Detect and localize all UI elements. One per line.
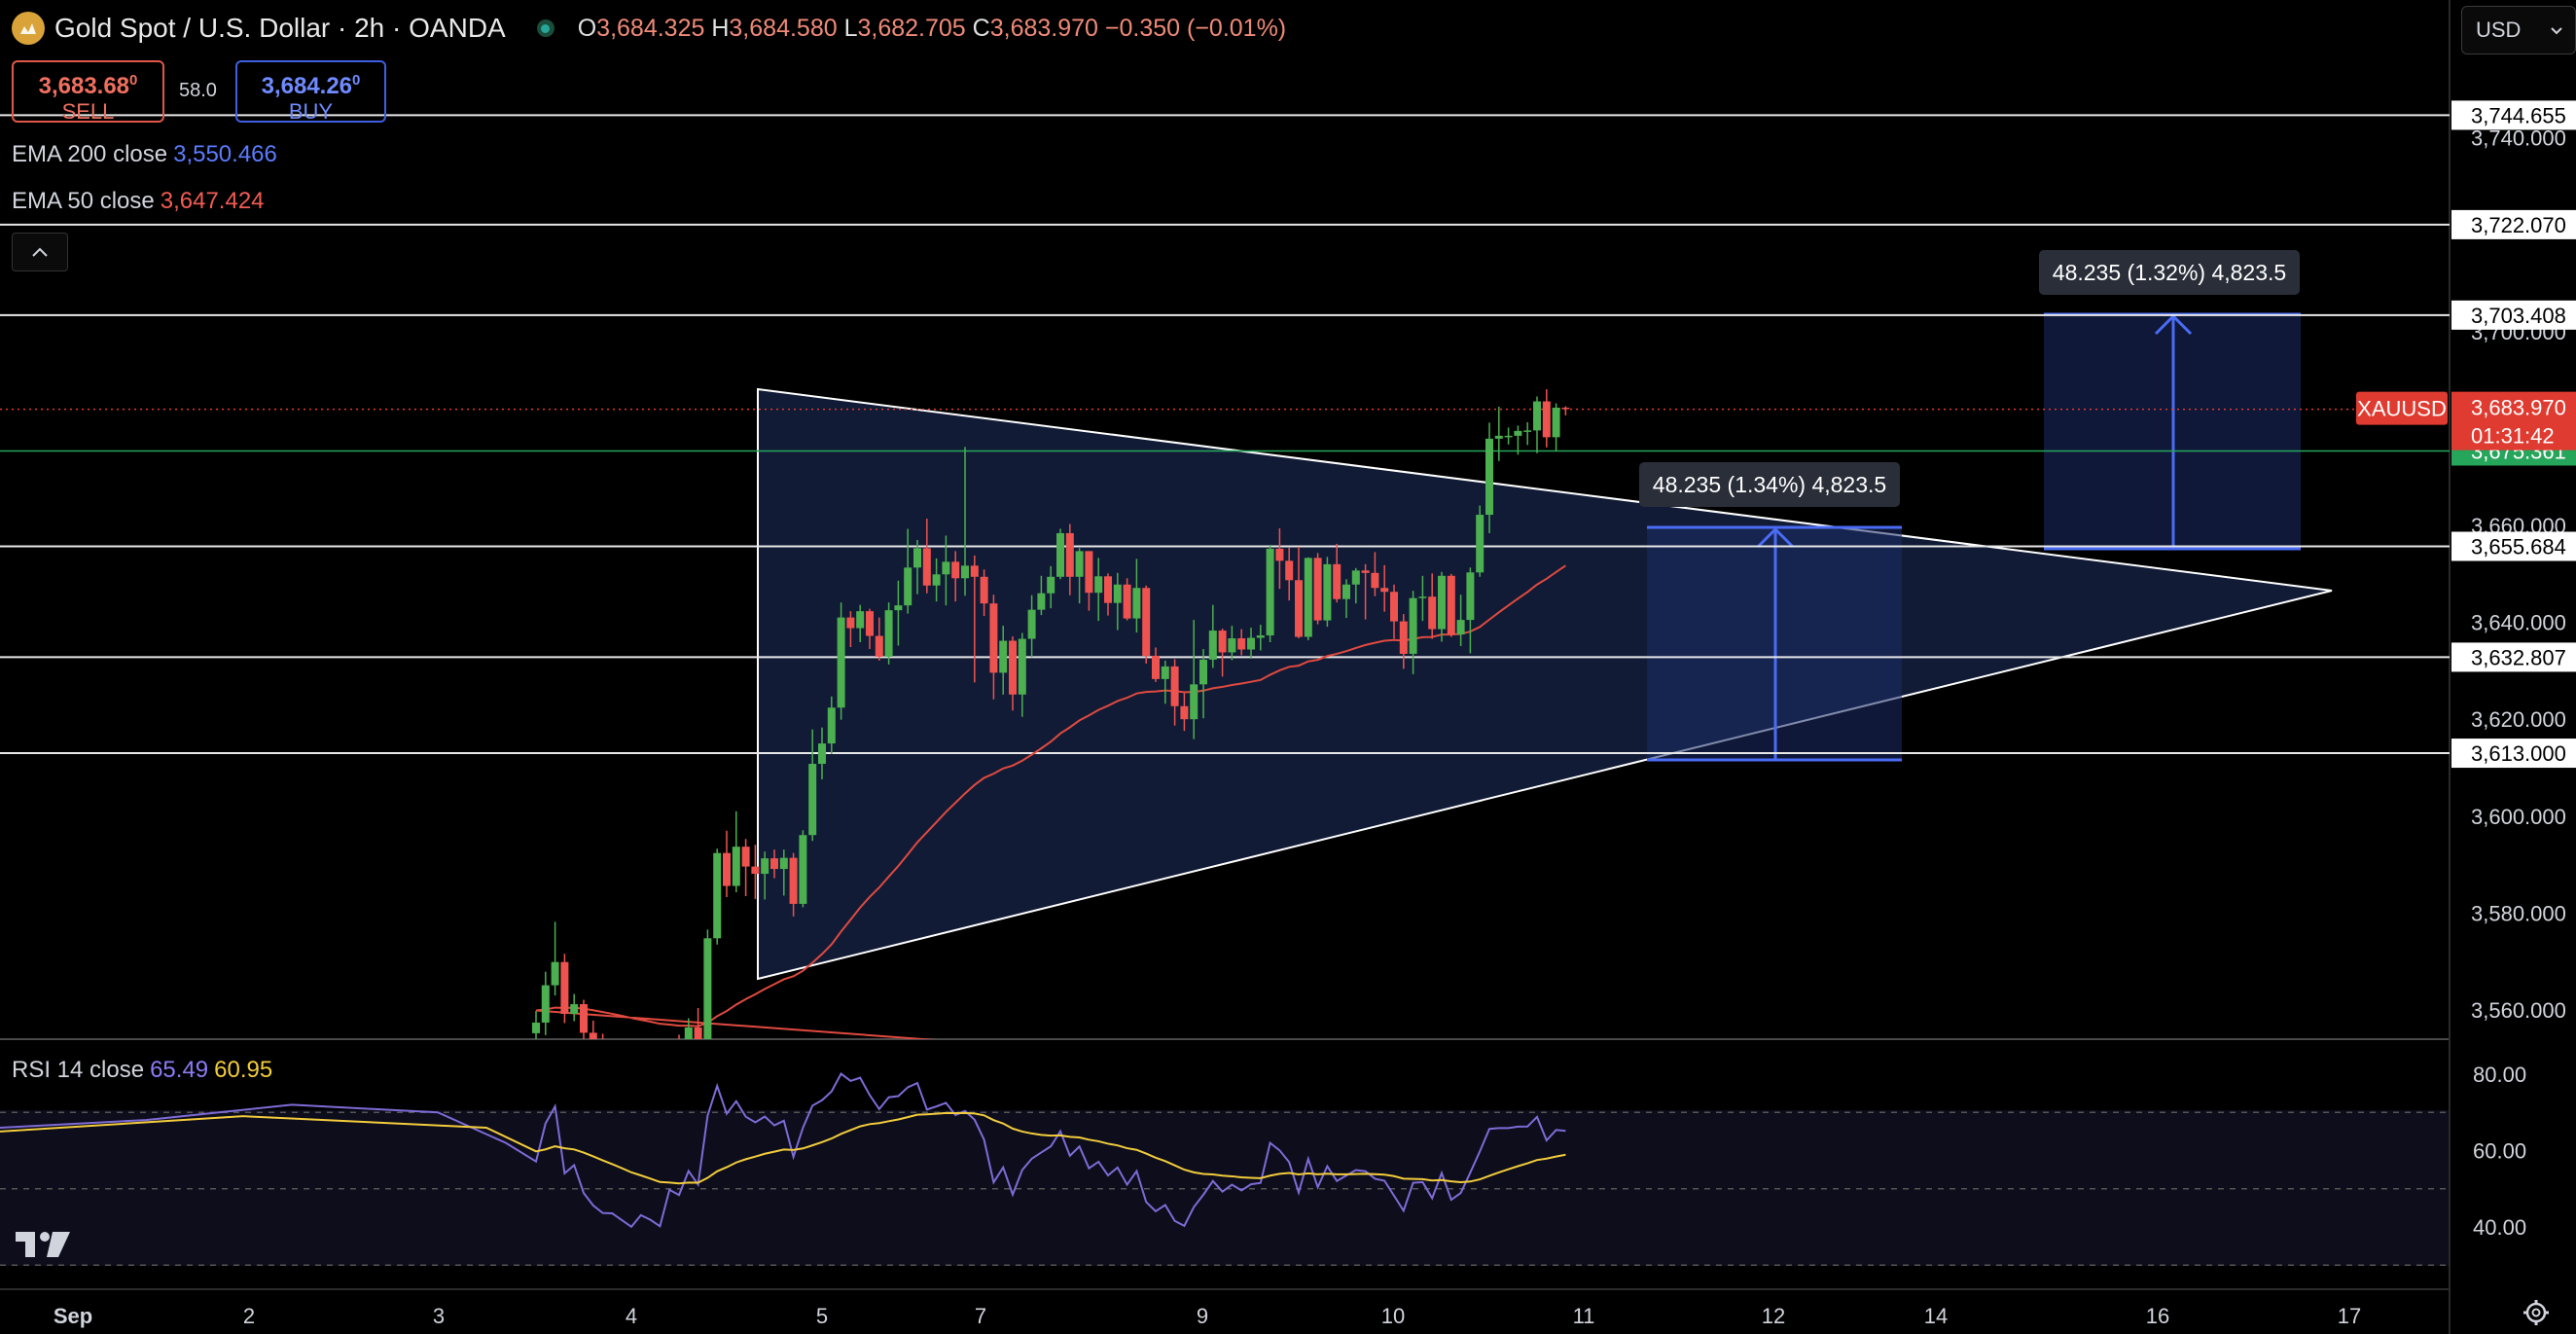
rsi-tick-label: 60.00 <box>2473 1139 2526 1164</box>
candle[interactable] <box>713 848 722 945</box>
low-value: 3,682.705 <box>857 14 966 42</box>
candle[interactable] <box>1447 573 1455 637</box>
time-tick-label: 17 <box>2338 1304 2361 1328</box>
svg-text:3,655.684: 3,655.684 <box>2471 534 2566 559</box>
time-tick-label: Sep <box>54 1304 92 1328</box>
sell-button[interactable]: 3,683.680 SELL <box>12 60 164 124</box>
svg-text:3,744.655: 3,744.655 <box>2471 103 2566 127</box>
measure-label: 48.235 (1.34%) 4,823.5 <box>1653 472 1886 497</box>
time-tick-label: 3 <box>433 1304 445 1328</box>
candle[interactable] <box>884 602 893 665</box>
level-price-tag[interactable]: 3,744.655 <box>2451 100 2576 130</box>
symbol-price-tag[interactable]: XAUUSD <box>2356 391 2448 425</box>
time-tick-label: 9 <box>1197 1304 1208 1328</box>
candle[interactable] <box>1142 585 1151 664</box>
candle[interactable] <box>1323 557 1332 628</box>
ema50-legend[interactable]: EMA 50 close 3,647.424 <box>12 188 265 215</box>
time-tick-label: 11 <box>1573 1304 1595 1328</box>
candle[interactable] <box>1266 544 1274 643</box>
buy-button[interactable]: 3,684.260 BUY <box>235 60 386 124</box>
time-tick-label: 7 <box>975 1304 986 1328</box>
spread-value: 58.0 <box>179 80 217 101</box>
candle[interactable] <box>560 954 569 1024</box>
time-tick-label: 16 <box>2146 1304 2169 1328</box>
gold-coin-icon <box>12 12 45 45</box>
candle[interactable] <box>1056 528 1064 580</box>
symbol-title: Gold Spot / U.S. Dollar · 2h · OANDA <box>54 13 506 43</box>
rsi-legend[interactable]: RSI 14 close 65.49 60.95 <box>12 1057 272 1084</box>
chevron-down-icon <box>2551 27 2563 35</box>
tradingview-logo-icon[interactable] <box>14 1228 82 1261</box>
time-tick-label: 12 <box>1762 1304 1785 1328</box>
svg-text:XAUUSD: XAUUSD <box>2357 397 2447 421</box>
candle[interactable] <box>1123 578 1131 621</box>
currency-select[interactable]: USD <box>2461 6 2576 54</box>
high-value: 3,684.580 <box>729 14 838 42</box>
rsi-tick-label: 80.00 <box>2473 1063 2526 1087</box>
ohlc-values: O3,684.325 H3,684.580 L3,682.705 C3,683.… <box>577 14 1287 42</box>
svg-text:3,613.000: 3,613.000 <box>2471 741 2566 766</box>
chevron-up-icon <box>32 247 48 257</box>
candle[interactable] <box>1313 553 1322 625</box>
time-tick-label: 2 <box>243 1304 255 1328</box>
market-open-icon <box>536 19 555 37</box>
close-value: 3,683.970 <box>989 14 1098 42</box>
level-price-tag[interactable]: 3,632.807 <box>2451 642 2576 672</box>
last-price-tag[interactable]: 3,683.970 01:31:42 <box>2451 391 2576 451</box>
open-value: 3,684.325 <box>596 14 705 42</box>
candle[interactable] <box>703 929 712 1045</box>
chart-canvas[interactable]: 48.235 (1.34%) 4,823.5 48.235 (1.32%) 4,8… <box>0 0 2576 1334</box>
measure-label: 48.235 (1.32%) 4,823.5 <box>2053 260 2286 285</box>
level-price-tag[interactable]: 3,722.070 <box>2451 209 2576 239</box>
time-tick-label: 5 <box>816 1304 828 1328</box>
price-tick-label: 3,600.000 <box>2471 805 2566 829</box>
change-value: −0.350 (−0.01%) <box>1104 14 1287 42</box>
level-price-tag[interactable]: 3,703.408 <box>2451 300 2576 330</box>
candle[interactable] <box>837 602 845 720</box>
rsi-tick-label: 40.00 <box>2473 1215 2526 1240</box>
ema200-legend[interactable]: EMA 200 close 3,550.466 <box>12 141 277 168</box>
level-price-tag[interactable]: 3,613.000 <box>2451 739 2576 769</box>
price-tick-label: 3,640.000 <box>2471 611 2566 635</box>
level-price-tag[interactable]: 3,655.684 <box>2451 531 2576 561</box>
svg-text:3,703.408: 3,703.408 <box>2471 304 2566 328</box>
price-tick-label: 3,560.000 <box>2471 998 2566 1023</box>
price-range-measure-1[interactable]: 48.235 (1.34%) 4,823.5 <box>1639 462 1902 762</box>
collapse-legend-button[interactable] <box>12 233 68 271</box>
price-tick-label: 3,580.000 <box>2471 901 2566 925</box>
svg-text:3,683.970: 3,683.970 <box>2471 396 2566 420</box>
candle[interactable] <box>1476 505 1485 577</box>
time-tick-label: 10 <box>1381 1304 1405 1328</box>
svg-text:01:31:42: 01:31:42 <box>2471 424 2555 449</box>
time-tick-label: 14 <box>1924 1304 1948 1328</box>
settings-gear-icon[interactable] <box>2522 1298 2551 1327</box>
time-tick-label: 4 <box>626 1304 637 1328</box>
svg-text:3,722.070: 3,722.070 <box>2471 213 2566 237</box>
symbol-legend[interactable]: Gold Spot / U.S. Dollar · 2h · OANDA O3,… <box>12 8 1286 49</box>
candle[interactable] <box>1304 557 1312 641</box>
price-tick-label: 3,620.000 <box>2471 707 2566 732</box>
svg-text:3,632.807: 3,632.807 <box>2471 645 2566 669</box>
candle[interactable] <box>799 830 807 908</box>
